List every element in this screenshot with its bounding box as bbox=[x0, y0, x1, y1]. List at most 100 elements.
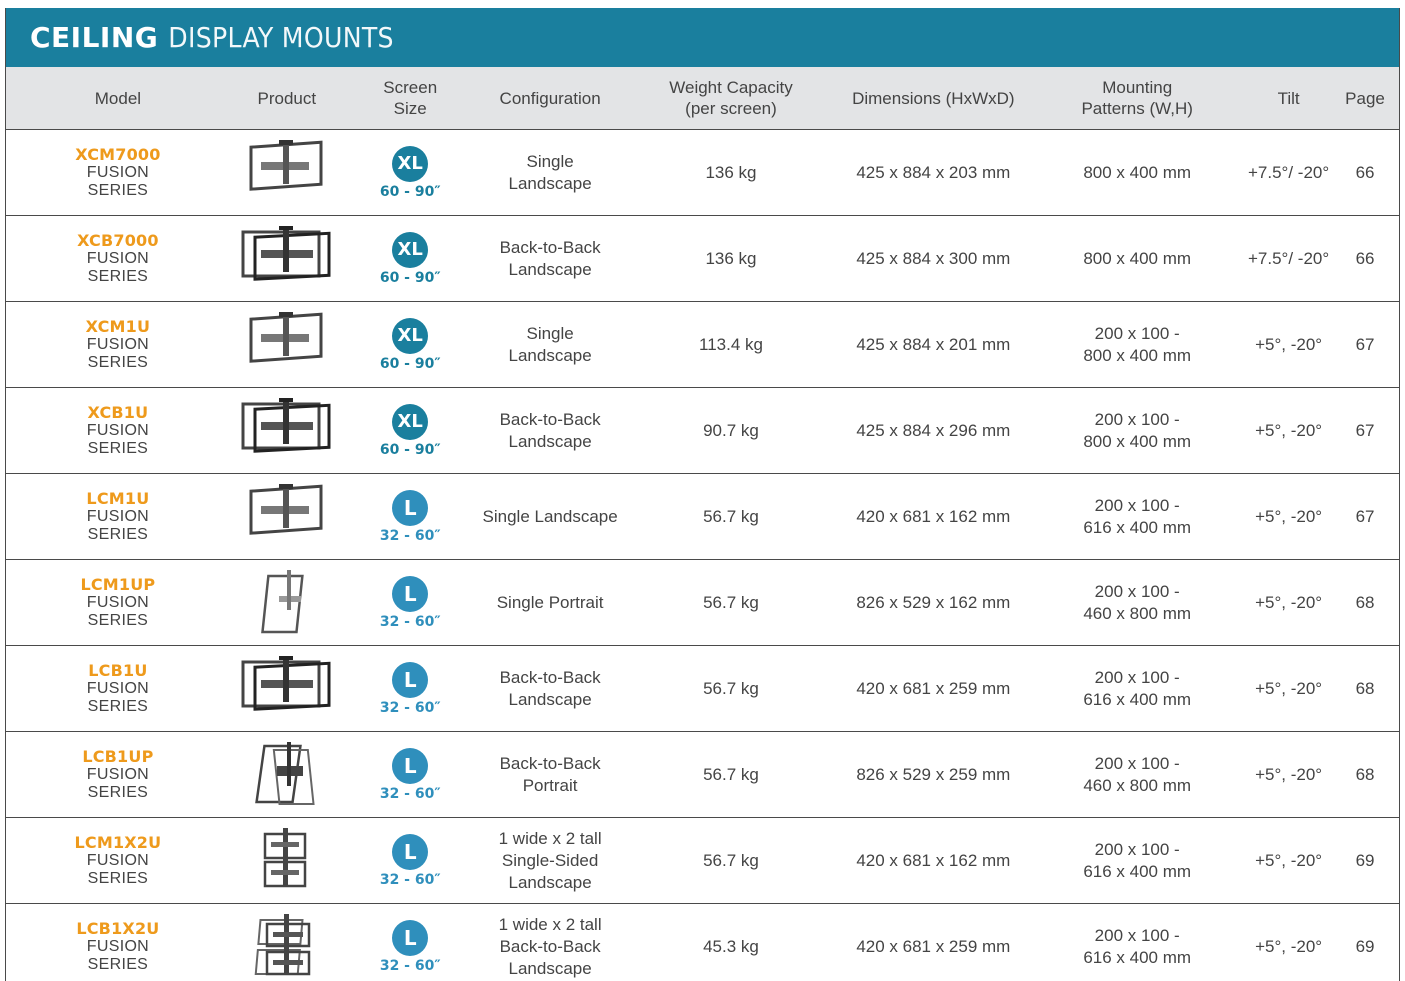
dimensions-cell: 420 x 681 x 259 mm bbox=[856, 936, 1011, 956]
series-line: SERIES bbox=[87, 439, 149, 457]
configuration-cell: 1 wide x 2 tall Back-to-Back Landscape bbox=[477, 904, 624, 981]
series-line: FUSION bbox=[86, 163, 150, 181]
product-cell bbox=[230, 216, 344, 301]
mounting-line: 200 x 100 - bbox=[1094, 409, 1180, 429]
mounting-line: 200 x 100 - bbox=[1094, 581, 1180, 601]
size-badge: L bbox=[392, 747, 429, 784]
series-line: SERIES bbox=[87, 611, 149, 629]
mounting-line: 616 x 400 mm bbox=[1083, 517, 1192, 537]
model-cell: XCB1U FUSION SERIES bbox=[6, 388, 230, 473]
dimensions-cell: 826 x 529 x 259 mm bbox=[856, 764, 1011, 784]
config-line: Back-to-Back bbox=[499, 237, 601, 257]
series-line: SERIES bbox=[87, 783, 149, 801]
model-name: LCM1X2U bbox=[74, 832, 162, 852]
ceiling-mounts-table: CEILING DISPLAY MOUNTS Model Product Scr… bbox=[5, 8, 1400, 981]
configuration-cell: Single Landscape bbox=[477, 474, 624, 559]
page-cell: 68 bbox=[1355, 678, 1375, 698]
config-line: Back-to-Back bbox=[499, 667, 601, 687]
table-row: LCB1UP FUSION SERIES L 32 - 60″ Back-to-… bbox=[6, 732, 1399, 818]
mounting-line: 200 x 100 - bbox=[1094, 753, 1180, 773]
tilt-cell: +7.5°/ -20° bbox=[1247, 162, 1330, 182]
screen-size-cell: XL 60 - 90″ bbox=[344, 216, 477, 301]
product-cell bbox=[230, 904, 344, 981]
series-line: SERIES bbox=[87, 525, 149, 543]
page-cell: 69 bbox=[1355, 850, 1375, 870]
page-cell: 67 bbox=[1355, 420, 1375, 440]
back-to-back-landscape-mount-icon bbox=[241, 397, 331, 453]
model-cell: LCB1UP FUSION SERIES bbox=[6, 732, 230, 817]
size-range: 60 - 90″ bbox=[379, 269, 441, 286]
mounting-line: 616 x 400 mm bbox=[1083, 689, 1192, 709]
size-range: 60 - 90″ bbox=[379, 183, 441, 200]
header-weight-line1: Weight Capacity bbox=[669, 78, 793, 97]
page-cell: 66 bbox=[1355, 248, 1375, 268]
product-cell bbox=[230, 130, 344, 215]
page-cell: 67 bbox=[1355, 334, 1375, 354]
weight-cell: 56.7 kg bbox=[703, 764, 759, 784]
product-cell bbox=[230, 732, 344, 817]
title-bold: CEILING bbox=[30, 21, 159, 54]
mounting-line: 460 x 800 mm bbox=[1083, 775, 1192, 795]
dimensions-cell: 420 x 681 x 162 mm bbox=[856, 506, 1011, 526]
series-line: FUSION bbox=[86, 507, 150, 525]
size-badge: XL bbox=[392, 145, 429, 182]
tilt-cell: +5°, -20° bbox=[1255, 334, 1323, 354]
size-badge: L bbox=[392, 833, 429, 870]
series-line: SERIES bbox=[87, 353, 149, 371]
model-name: LCM1U bbox=[86, 488, 150, 508]
header-mounting-line2: Patterns (W,H) bbox=[1081, 99, 1193, 118]
page-cell: 68 bbox=[1355, 592, 1375, 612]
mounting-cell: 200 x 100 -460 x 800 mm bbox=[1028, 560, 1246, 645]
header-screen-size-line2: Size bbox=[393, 99, 427, 118]
weight-cell: 90.7 kg bbox=[703, 420, 759, 440]
header-mounting: Mounting Patterns (W,H) bbox=[1028, 67, 1246, 129]
config-line: Landscape bbox=[508, 872, 592, 892]
page-cell: 69 bbox=[1355, 936, 1375, 956]
table-row: LCM1X2U FUSION SERIES L 32 - 60″ 1 wide … bbox=[6, 818, 1399, 904]
series-line: FUSION bbox=[86, 421, 150, 439]
single-portrait-mount-icon bbox=[260, 569, 304, 633]
size-badge: XL bbox=[392, 317, 429, 354]
series-line: SERIES bbox=[87, 181, 149, 199]
series-line: FUSION bbox=[86, 335, 150, 353]
config-line: Back-to-Back bbox=[499, 936, 601, 956]
mounting-line: 200 x 100 - bbox=[1094, 667, 1180, 687]
product-cell bbox=[230, 560, 344, 645]
screen-size-cell: XL 60 - 90″ bbox=[344, 388, 477, 473]
configuration-cell: 1 wide x 2 tall Single-Sided Landscape bbox=[477, 818, 624, 903]
tilt-cell: +5°, -20° bbox=[1255, 592, 1323, 612]
single-landscape-mount-icon bbox=[249, 311, 323, 363]
size-range: 60 - 90″ bbox=[379, 355, 441, 372]
series-line: FUSION bbox=[86, 765, 150, 783]
config-line: Single Portrait bbox=[496, 592, 604, 612]
size-range: 32 - 60″ bbox=[379, 785, 441, 802]
header-mounting-line1: Mounting bbox=[1102, 78, 1173, 97]
mounting-line: 800 x 400 mm bbox=[1083, 431, 1192, 451]
size-badge: L bbox=[392, 661, 429, 698]
tilt-cell: +7.5°/ -20° bbox=[1247, 248, 1330, 268]
table-row: LCB1U FUSION SERIES L 32 - 60″ Back-to-B… bbox=[6, 646, 1399, 732]
series-line: FUSION bbox=[86, 249, 150, 267]
config-line: Single-Sided bbox=[501, 850, 599, 870]
config-line: Portrait bbox=[522, 775, 578, 795]
mounting-cell: 200 x 100 -616 x 400 mm bbox=[1028, 646, 1246, 731]
mounting-cell: 200 x 100 -800 x 400 mm bbox=[1028, 302, 1246, 387]
configuration-cell: Single Portrait bbox=[477, 560, 624, 645]
model-name: LCM1UP bbox=[80, 574, 156, 594]
config-line: Landscape bbox=[508, 958, 592, 978]
model-cell: LCM1X2U FUSION SERIES bbox=[6, 818, 230, 903]
dimensions-cell: 420 x 681 x 162 mm bbox=[856, 850, 1011, 870]
config-line: Landscape bbox=[508, 345, 592, 365]
series-line: SERIES bbox=[87, 267, 149, 285]
mounting-cell: 800 x 400 mm bbox=[1028, 216, 1246, 301]
header-model: Model bbox=[94, 88, 142, 108]
mounting-line: 616 x 400 mm bbox=[1083, 947, 1192, 967]
size-range: 32 - 60″ bbox=[379, 871, 441, 888]
header-weight-line2: (per screen) bbox=[685, 99, 777, 118]
table-row: XCM1U FUSION SERIES XL 60 - 90″ Single La… bbox=[6, 302, 1399, 388]
header-product: Product bbox=[257, 88, 317, 108]
size-range: 32 - 60″ bbox=[379, 613, 441, 630]
page-cell: 68 bbox=[1355, 764, 1375, 784]
screen-size-cell: L 32 - 60″ bbox=[344, 818, 477, 903]
size-range: 32 - 60″ bbox=[379, 527, 441, 544]
